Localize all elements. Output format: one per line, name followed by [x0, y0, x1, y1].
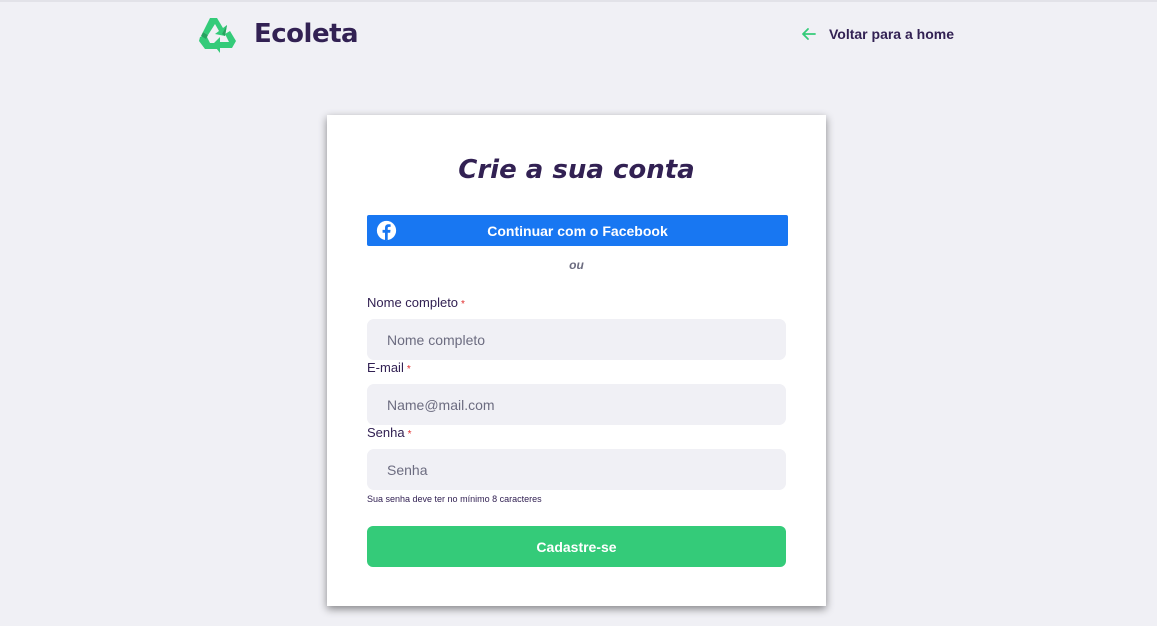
brand-logo[interactable]: Ecoleta — [196, 14, 359, 54]
name-input[interactable] — [367, 319, 786, 360]
facebook-icon — [376, 220, 397, 241]
required-marker: * — [407, 429, 412, 440]
arrow-left-icon — [802, 28, 816, 40]
password-input[interactable] — [367, 449, 786, 490]
or-separator: ou — [569, 258, 584, 272]
password-label: Senha * — [367, 425, 412, 440]
email-label: E-mail * — [367, 360, 411, 375]
back-home-label: Voltar para a home — [828, 26, 954, 42]
password-hint: Sua senha deve ter no mínimo 8 caractere… — [367, 494, 542, 504]
email-input[interactable] — [367, 384, 786, 425]
recycle-icon — [199, 18, 236, 53]
name-label: Nome completo * — [367, 295, 465, 310]
password-label-text: Senha — [367, 425, 405, 440]
required-marker: * — [406, 364, 411, 375]
brand-name: Ecoleta — [254, 19, 359, 49]
top-divider — [0, 0, 1157, 2]
signup-card: Crie a sua conta Continuar com o Faceboo… — [327, 115, 826, 606]
email-label-text: E-mail — [367, 360, 404, 375]
site-header: Ecoleta Voltar para a home — [196, 12, 956, 56]
facebook-login-button[interactable]: Continuar com o Facebook — [367, 215, 788, 246]
name-label-text: Nome completo — [367, 295, 459, 310]
required-marker: * — [461, 299, 465, 310]
facebook-login-label: Continuar com o Facebook — [487, 222, 668, 239]
page-title: Crie a sua conta — [458, 155, 695, 185]
signup-submit-button[interactable]: Cadastre-se — [367, 526, 786, 567]
back-home-link[interactable]: Voltar para a home — [801, 26, 954, 42]
